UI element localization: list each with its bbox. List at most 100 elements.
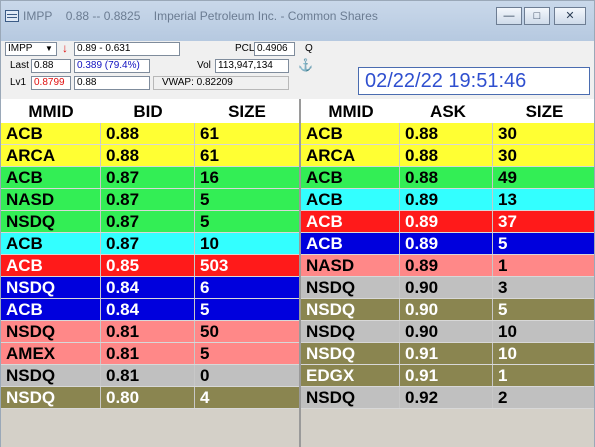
level2-book: MMID BID SIZE MMID ASK SIZE ACB 0.88 61 ARC…	[1, 99, 594, 447]
bids-size-cell: 16	[200, 168, 219, 187]
bids-size-cell: 61	[200, 124, 219, 143]
chevron-down-icon[interactable]: ▼	[45, 44, 53, 53]
anchor-icon[interactable]: ⚓	[298, 58, 313, 72]
bids-size-cell: 6	[200, 278, 210, 297]
asks-mmid-cell: ACB	[301, 211, 400, 232]
asks-mmid-cell: ACB	[301, 233, 400, 254]
bids-price-cell: 0.80	[101, 387, 195, 408]
bids-row[interactable]: ACB 0.87 10	[1, 233, 299, 255]
ask-mmid-header[interactable]: MMID	[301, 99, 401, 123]
asks-row[interactable]: ACB 0.88 30	[301, 123, 594, 145]
bids-size-cell: 5	[200, 300, 210, 319]
bids-row[interactable]: NSDQ 0.81 50	[1, 321, 299, 343]
pcl-label: PCL	[235, 43, 255, 54]
asks-mmid-cell: NSDQ	[301, 277, 400, 298]
asks-row[interactable]: NSDQ 0.91 10	[301, 343, 594, 365]
day-range-field: 0.89 - 0.631	[74, 42, 180, 56]
asks-row[interactable]: ACB 0.89 37	[301, 211, 594, 233]
asks-size-cell: 10	[498, 322, 517, 341]
bids-price-cell: 0.88	[101, 145, 195, 166]
bids-row[interactable]: NASD 0.87 5	[1, 189, 299, 211]
bids-mmid-cell: NSDQ	[1, 387, 101, 408]
maximize-icon: □	[533, 10, 541, 22]
title-bar[interactable]: IMPP 0.88 -- 0.8825 Imperial Petroleum I…	[1, 1, 594, 41]
bids-row[interactable]: ACB 0.87 16	[1, 167, 299, 189]
bids-row[interactable]: NSDQ 0.81 0	[1, 365, 299, 387]
bids-price-cell: 0.84	[101, 277, 195, 298]
asks-price-cell: 0.88	[400, 167, 494, 188]
bids-size-cell: 503	[200, 256, 229, 275]
bids-price-cell: 0.87	[101, 211, 195, 232]
bids-row[interactable]: AMEX 0.81 5	[1, 343, 299, 365]
asks-size-cell: 30	[498, 146, 517, 165]
bids-size-cell: 61	[200, 146, 219, 165]
asks-row[interactable]: NASD 0.89 1	[301, 255, 594, 277]
asks-price-cell: 0.89	[400, 255, 494, 276]
bids-mmid-cell: NSDQ	[1, 277, 101, 298]
asks-row[interactable]: ACB 0.89 13	[301, 189, 594, 211]
asks-mmid-cell: ACB	[301, 167, 400, 188]
q-label[interactable]: Q	[305, 42, 313, 56]
bids-size-cell: 10	[200, 234, 219, 253]
lv1-bid-field: 0.8799	[31, 76, 71, 90]
bids-row[interactable]: ACB 0.88 61	[1, 123, 299, 145]
bid-size-header[interactable]: SIZE	[195, 99, 299, 123]
asks-size-cell: 13	[498, 190, 517, 209]
asks-price-cell: 0.91	[400, 365, 494, 386]
asks-size-cell: 3	[498, 278, 508, 297]
asks-row[interactable]: ACB 0.89 5	[301, 233, 594, 255]
bids-row[interactable]: ARCA 0.88 61	[1, 145, 299, 167]
asks-size-cell: 30	[498, 124, 517, 143]
volume-field: 113,947,134	[215, 59, 289, 73]
bids-size-cell: 5	[200, 212, 210, 231]
close-button[interactable]: ✕	[554, 7, 586, 25]
asks-price-cell: 0.88	[400, 145, 494, 166]
vol-label: Vol	[197, 60, 211, 71]
asks-mmid-cell: NASD	[301, 255, 400, 276]
asks-size-cell: 1	[498, 256, 508, 275]
asks-size-cell: 10	[498, 344, 517, 363]
title-company: Imperial Petroleum Inc. - Common Shares	[153, 9, 378, 23]
app-icon	[5, 10, 19, 22]
pcl-field: 0.4906	[254, 42, 295, 56]
asks-row[interactable]: EDGX 0.91 1	[301, 365, 594, 387]
ask-price-header[interactable]: ASK	[401, 99, 495, 123]
bid-mmid-header[interactable]: MMID	[1, 99, 101, 123]
bids-size-cell: 5	[200, 190, 210, 209]
asks-price-cell: 0.91	[400, 343, 494, 364]
bids-price-cell: 0.81	[101, 343, 195, 364]
bids-mmid-cell: NASD	[1, 189, 101, 210]
title-range: 0.88 -- 0.8825	[65, 9, 141, 23]
asks-row[interactable]: NSDQ 0.90 3	[301, 277, 594, 299]
asks-size-cell: 5	[498, 234, 508, 253]
asks-mmid-cell: NSDQ	[301, 321, 400, 342]
bids-row[interactable]: ACB 0.84 5	[1, 299, 299, 321]
asks-price-cell: 0.92	[400, 387, 494, 408]
vwap-field: VWAP: 0.82209	[153, 76, 289, 90]
bids-price-cell: 0.81	[101, 365, 195, 386]
bids-row[interactable]: ACB 0.85 503	[1, 255, 299, 277]
asks-row[interactable]: NSDQ 0.92 2	[301, 387, 594, 409]
asks-size-cell: 5	[498, 300, 508, 319]
bids-row[interactable]: NSDQ 0.84 6	[1, 277, 299, 299]
title-symbol: IMPP	[23, 9, 53, 23]
bids-size-cell: 0	[200, 366, 210, 385]
asks-price-cell: 0.89	[400, 211, 494, 232]
change-field: 0.389 (79.4%)	[74, 59, 150, 73]
level2-window: IMPP 0.88 -- 0.8825 Imperial Petroleum I…	[0, 0, 595, 447]
lv1-label: Lv1	[10, 77, 27, 88]
asks-row[interactable]: ACB 0.88 49	[301, 167, 594, 189]
asks-mmid-cell: EDGX	[301, 365, 400, 386]
asks-price-cell: 0.89	[400, 189, 494, 210]
minimize-button[interactable]: —	[496, 7, 522, 25]
bid-price-header[interactable]: BID	[101, 99, 195, 123]
bids-row[interactable]: NSDQ 0.87 5	[1, 211, 299, 233]
asks-row[interactable]: ARCA 0.88 30	[301, 145, 594, 167]
maximize-button[interactable]: □	[524, 7, 550, 25]
asks-row[interactable]: NSDQ 0.90 5	[301, 299, 594, 321]
ask-size-header[interactable]: SIZE	[495, 99, 594, 123]
bids-row[interactable]: NSDQ 0.80 4	[1, 387, 299, 409]
asks-row[interactable]: NSDQ 0.90 10	[301, 321, 594, 343]
bids-price-cell: 0.87	[101, 233, 195, 254]
asks-price-cell: 0.90	[400, 299, 494, 320]
